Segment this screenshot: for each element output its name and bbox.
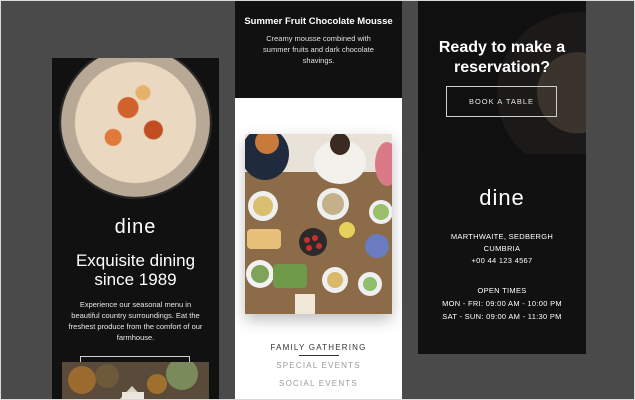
tab-family-gathering[interactable]: FAMILY GATHERING [235,343,402,361]
dessert-description: Creamy mousse combined with summer fruit… [263,34,374,65]
pasta-dish-image [61,58,210,197]
farmhouse-image [62,362,209,399]
mobile-screen-home: dine Exquisite dining since 1989 Experie… [52,58,219,399]
address-line-2: CUMBRIA [483,244,521,253]
dine-logo: dine [479,185,525,210]
event-tabs: FAMILY GATHERING SPECIAL EVENTS SOCIAL E… [235,343,402,397]
dessert-title: Summer Fruit Chocolate Mousse [244,16,393,27]
hours-weekend: SAT - SUN: 09:00 AM - 11:30 PM [442,312,562,321]
tab-social-events[interactable]: SOCIAL EVENTS [235,379,402,397]
phone-number[interactable]: +00 44 123 4567 [418,255,586,267]
reservation-hero-image: Ready to make a reservation? BOOK A TABL… [418,1,586,154]
hours-title: OPEN TIMES [477,286,527,295]
tab-label: SOCIAL EVENTS [279,379,358,388]
tab-special-events[interactable]: SPECIAL EVENTS [235,361,402,379]
hero-description: Experience our seasonal menu in beautifu… [68,300,203,342]
active-tab-underline [298,355,339,356]
dessert-section: Summer Fruit Chocolate Mousse Creamy mou… [235,1,402,98]
contact-details: MARTHWAITE, SEDBERGH CUMBRIA +00 44 123 … [418,231,586,267]
family-dinner-image [245,134,392,314]
tab-label: FAMILY GATHERING [270,343,367,352]
hours-weekday: MON - FRI: 09:00 AM - 10:00 PM [442,299,562,308]
dine-logo: dine [114,216,157,238]
reservation-heading: Ready to make a reservation? [438,39,566,76]
address-line-1: MARTHWAITE, SEDBERGH [450,232,554,241]
book-table-button[interactable]: BOOK A TABLE [446,86,557,117]
opening-hours: OPEN TIMES MON - FRI: 09:00 AM - 10:00 P… [418,284,586,323]
hero-tagline: Exquisite dining since 1989 [75,251,196,289]
tab-label: SPECIAL EVENTS [276,361,361,370]
mobile-screen-menu: Summer Fruit Chocolate Mousse Creamy mou… [235,1,402,399]
mobile-screen-reservation: Ready to make a reservation? BOOK A TABL… [418,1,586,354]
showcase-canvas: dine Exquisite dining since 1989 Experie… [0,0,635,400]
